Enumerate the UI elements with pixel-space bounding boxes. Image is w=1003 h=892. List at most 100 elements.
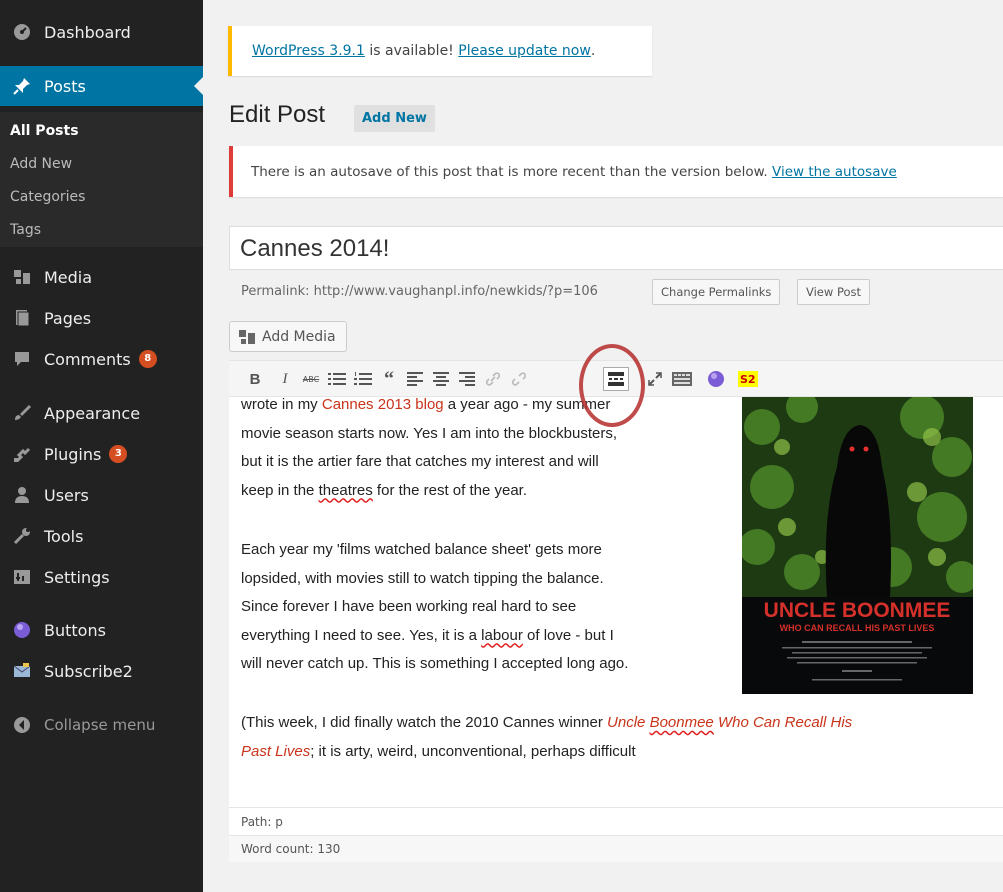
path-bar: Path: p: [229, 807, 1003, 835]
update-notice-period: .: [590, 43, 596, 59]
comments-count-badge: 8: [138, 350, 157, 368]
add-media-label: Add Media: [262, 328, 336, 345]
sidebar-item-users[interactable]: Users: [0, 475, 203, 515]
align-right-icon[interactable]: [457, 368, 477, 390]
link-icon[interactable]: [483, 368, 503, 390]
word-count: Word count: 130: [229, 835, 1003, 862]
poster-title: UNCLE BOONMEE: [764, 599, 951, 622]
purple-circle-icon: [12, 620, 32, 640]
sidebar-item-label: Tools: [44, 526, 84, 546]
pin-icon: [12, 76, 32, 96]
post-title-input[interactable]: Cannes 2014!: [229, 226, 1003, 270]
bold-button[interactable]: B: [245, 368, 265, 390]
p3-line-1: (This week, I did finally watch the 2010…: [241, 714, 853, 731]
submenu-all-posts[interactable]: All Posts: [10, 123, 79, 139]
update-notice-text: is available!: [364, 43, 459, 59]
plugins-count-badge: 3: [109, 445, 128, 463]
add-media-button[interactable]: Add Media: [229, 321, 347, 352]
update-notice: WordPress 3.9.1 is available! Please upd…: [228, 26, 652, 76]
p2-line-4: everything I need to see. Yes, it is a l…: [241, 626, 614, 644]
sidebar-item-buttons[interactable]: Buttons: [0, 610, 203, 650]
sidebar-item-label: Plugins: [44, 444, 102, 464]
change-permalinks-button[interactable]: Change Permalinks: [652, 279, 781, 305]
sidebar-item-appearance[interactable]: Appearance: [0, 393, 203, 433]
sidebar-item-dashboard[interactable]: Dashboard: [0, 12, 203, 52]
wrench-icon: [12, 526, 32, 546]
view-autosave-link[interactable]: View the autosave: [772, 164, 897, 180]
sidebar-item-settings[interactable]: Settings: [0, 557, 203, 597]
movie-poster-image[interactable]: UNCLE BOONMEE WHO CAN RECALL HIS PAST LI…: [742, 397, 973, 694]
sidebar-item-pages[interactable]: Pages: [0, 298, 203, 338]
update-now-link[interactable]: Please update now: [458, 43, 591, 59]
sidebar-item-label: Media: [44, 267, 93, 287]
read-more-tag-icon[interactable]: [603, 367, 629, 391]
sidebar-item-comments[interactable]: Comments 8: [0, 339, 203, 379]
p2-line-3: Since forever I have been working real h…: [241, 598, 577, 615]
admin-sidebar: Dashboard Posts All Posts Add New Catego…: [0, 0, 203, 892]
italic-button[interactable]: I: [275, 368, 295, 390]
view-post-button[interactable]: View Post: [797, 279, 871, 305]
p2-line-1: Each year my 'films watched balance shee…: [241, 541, 602, 558]
permalink-text: Permalink: http://www.vaughanpl.info/new…: [241, 284, 598, 299]
submenu-categories[interactable]: Categories: [10, 189, 85, 205]
sidebar-item-label: Subscribe2: [44, 661, 133, 681]
editor-content-area[interactable]: wrote in my Cannes 2013 blog a year ago …: [229, 397, 1003, 807]
envelope-icon: [12, 661, 32, 681]
misspelled-word: labour: [481, 626, 523, 644]
settings-icon: [12, 567, 32, 587]
collapse-menu-button[interactable]: Collapse menu: [0, 705, 203, 745]
submenu-add-new[interactable]: Add New: [10, 156, 72, 172]
unlink-icon[interactable]: [509, 368, 529, 390]
p1-line-1: wrote in my Cannes 2013 blog a year ago …: [241, 397, 611, 413]
fullscreen-icon[interactable]: [645, 368, 665, 390]
sidebar-item-label: Appearance: [44, 403, 141, 423]
wordpress-version-link[interactable]: WordPress 3.9.1: [252, 43, 365, 59]
editor-toolbar: B I ABC “ S2: [229, 361, 1003, 397]
sidebar-item-posts[interactable]: Posts: [0, 66, 203, 106]
strikethrough-button[interactable]: ABC: [301, 368, 321, 390]
collapse-arrow-icon: [12, 715, 32, 735]
comments-icon: [12, 349, 32, 369]
sidebar-item-label: Comments: [44, 349, 131, 369]
paragraph-3: (This week, I did finally watch the 2010…: [241, 709, 991, 766]
sidebar-item-tools[interactable]: Tools: [0, 516, 203, 556]
collapse-menu-label: Collapse menu: [44, 716, 156, 734]
p1-line-4: keep in the theatres for the rest of the…: [241, 481, 528, 499]
sidebar-item-label: Pages: [44, 308, 92, 328]
media-icon: [12, 267, 32, 287]
align-center-icon[interactable]: [431, 368, 451, 390]
users-icon: [12, 485, 32, 505]
bullet-list-icon[interactable]: [327, 368, 347, 390]
sidebar-item-plugins[interactable]: Plugins 3: [0, 434, 203, 474]
numbered-list-icon[interactable]: [353, 368, 373, 390]
p1-line-2: movie season starts now. Yes I am into t…: [241, 424, 618, 442]
p1-line-3: but it is the artier fare that catches m…: [241, 453, 599, 470]
sidebar-item-media[interactable]: Media: [0, 257, 203, 297]
misspelled-word: theatres: [318, 481, 373, 499]
submenu-tags[interactable]: Tags: [10, 222, 41, 238]
paragraph-1: wrote in my Cannes 2013 blog a year ago …: [241, 397, 713, 505]
sidebar-item-label: Buttons: [44, 620, 106, 640]
misspelled-word: Boonmee: [649, 714, 714, 731]
autosave-notice-text: There is an autosave of this post that i…: [251, 163, 772, 180]
paintbrush-icon: [12, 403, 32, 423]
sidebar-item-subscribe2[interactable]: Subscribe2: [0, 651, 203, 691]
toolbar-toggle-icon[interactable]: [672, 368, 692, 390]
media-icon: [238, 329, 256, 345]
posts-submenu: All Posts Add New Categories Tags: [0, 112, 203, 247]
add-new-post-button[interactable]: Add New: [354, 105, 435, 132]
blockquote-icon[interactable]: “: [379, 368, 399, 390]
buttons-plugin-icon[interactable]: [706, 368, 726, 390]
align-left-icon[interactable]: [405, 368, 425, 390]
sidebar-item-label: Posts: [44, 76, 86, 96]
sidebar-item-label: Settings: [44, 567, 110, 587]
sidebar-item-label: Users: [44, 485, 89, 505]
sidebar-item-label: Dashboard: [44, 22, 131, 42]
page-title: Edit Post: [229, 101, 326, 128]
subscribe2-button[interactable]: S2: [738, 371, 758, 387]
plugin-icon: [12, 444, 32, 464]
paragraph-2: Each year my 'films watched balance shee…: [241, 536, 713, 679]
cannes-2013-blog-link[interactable]: Cannes 2013 blog: [322, 397, 444, 413]
dashboard-icon: [12, 22, 32, 42]
autosave-notice: There is an autosave of this post that i…: [229, 146, 1003, 197]
